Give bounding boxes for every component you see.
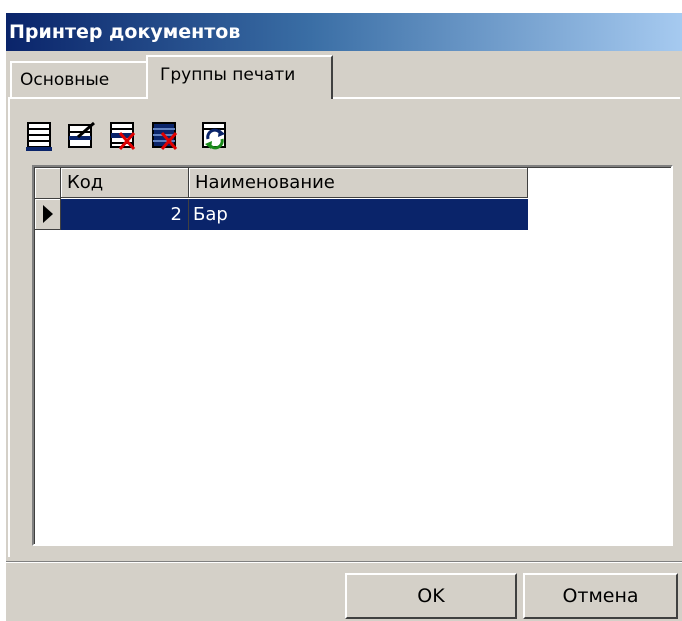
cell-code[interactable]: 2 <box>61 199 189 230</box>
current-row-arrow-icon <box>43 205 53 223</box>
grid-corner <box>35 168 61 199</box>
add-record-button[interactable] <box>24 117 56 153</box>
edit-record-icon <box>68 121 95 148</box>
table-row[interactable]: 2 Бар <box>61 199 528 230</box>
delete-all-button[interactable] <box>150 117 182 153</box>
edit-record-button[interactable] <box>66 117 98 153</box>
bottom-separator <box>6 561 682 563</box>
tab-print-groups[interactable]: Группы печати <box>146 55 333 99</box>
window-title: Принтер документов <box>6 13 682 51</box>
printer-dialog: Принтер документов Основные Группы печат… <box>6 13 682 621</box>
cancel-button[interactable]: Отмена <box>523 573 678 619</box>
tab-main[interactable]: Основные <box>10 61 148 97</box>
cell-name[interactable]: Бар <box>189 199 528 230</box>
column-header-name[interactable]: Наименование <box>189 168 528 198</box>
toolbar <box>24 117 324 157</box>
row-indicator <box>35 199 61 230</box>
ok-button[interactable]: OK <box>345 573 517 619</box>
refresh-icon <box>202 122 226 150</box>
print-groups-grid[interactable]: Код Наименование 2 Бар <box>32 165 673 546</box>
add-record-icon <box>26 122 52 151</box>
column-header-code[interactable]: Код <box>61 168 189 198</box>
delete-record-button[interactable] <box>108 117 140 153</box>
delete-all-records-icon <box>152 122 178 150</box>
refresh-button[interactable] <box>200 117 232 153</box>
delete-record-icon <box>110 122 136 150</box>
